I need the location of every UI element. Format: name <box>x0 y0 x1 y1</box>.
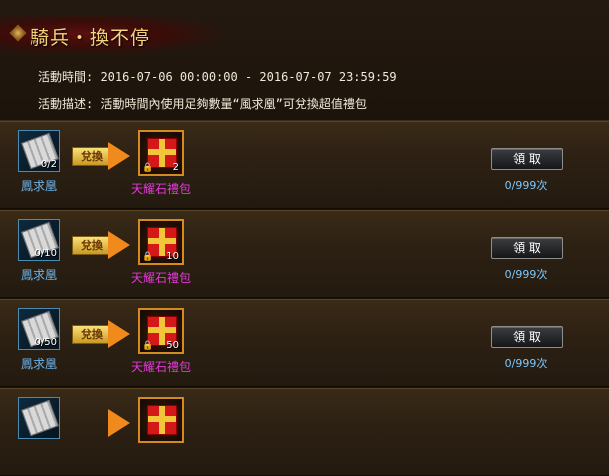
claim-button[interactable]: 領 取 <box>491 326 563 348</box>
reward-count: 50 <box>166 340 179 351</box>
required-item-name: 鳳求凰 <box>20 268 57 282</box>
required-item-slot[interactable]: 0/50 <box>18 308 60 350</box>
lock-icon: 🔒 <box>142 341 154 351</box>
lock-icon: 🔒 <box>142 252 154 262</box>
arrow-right-icon <box>108 142 130 170</box>
exchange-row: 0/50 鳳求凰 兌換 🔒 50 天耀石禮包 領 取 0/999次 <box>0 299 609 387</box>
claim-button[interactable]: 領 取 <box>491 148 563 170</box>
required-count: 0/2 <box>40 159 57 170</box>
reward-item-slot[interactable]: 🔒 10 <box>138 219 184 265</box>
exchange-row: 0/10 鳳求凰 兌換 🔒 10 天耀石禮包 領 取 0/999次 <box>0 210 609 298</box>
exchange-tag: 兌換 <box>72 236 112 255</box>
reward-count: 10 <box>166 251 179 262</box>
exchange-tag: 兌換 <box>72 325 112 344</box>
required-count: 0/10 <box>34 248 57 259</box>
arrow-right-icon <box>108 320 130 348</box>
required-item-slot[interactable]: 0/2 <box>18 130 60 172</box>
reward-count: 2 <box>172 162 179 173</box>
exchange-tag: 兌換 <box>72 147 112 166</box>
required-count: 0/50 <box>34 337 57 348</box>
lock-icon: 🔒 <box>142 163 154 173</box>
event-description: 活動描述: 活動時間內使用足夠數量“風求凰”可兌換超值禮包 <box>38 97 367 111</box>
reward-item-name: 天耀石禮包 <box>130 271 191 285</box>
event-header: 騎兵・換不停 活動時間: 2016-07-06 00:00:00 - 2016-… <box>0 0 609 121</box>
reward-item-name: 天耀石禮包 <box>130 360 191 374</box>
reward-item-slot[interactable]: 🔒 50 <box>138 308 184 354</box>
claim-button[interactable]: 領 取 <box>491 237 563 259</box>
reward-item-slot[interactable]: 🔒 2 <box>138 130 184 176</box>
claim-limit: 0/999次 <box>504 179 548 192</box>
exchange-row <box>0 388 609 476</box>
required-item-slot[interactable]: 0/10 <box>18 219 60 261</box>
required-item-name: 鳳求凰 <box>20 179 57 193</box>
gift-box-icon <box>147 405 177 435</box>
reward-item-slot[interactable] <box>138 397 184 443</box>
arrow-right-icon <box>108 231 130 259</box>
required-item-slot[interactable] <box>18 397 60 439</box>
exchange-row: 0/2 鳳求凰 兌換 🔒 2 天耀石禮包 領 取 0/999次 <box>0 121 609 209</box>
scroll-item-icon <box>21 399 59 437</box>
event-time: 活動時間: 2016-07-06 00:00:00 - 2016-07-07 2… <box>38 70 397 84</box>
claim-limit: 0/999次 <box>504 268 548 281</box>
arrow-right-icon <box>108 409 130 437</box>
event-title: 騎兵・換不停 <box>30 27 151 49</box>
reward-item-name: 天耀石禮包 <box>130 182 191 196</box>
claim-limit: 0/999次 <box>504 357 548 370</box>
required-item-name: 鳳求凰 <box>20 357 57 371</box>
